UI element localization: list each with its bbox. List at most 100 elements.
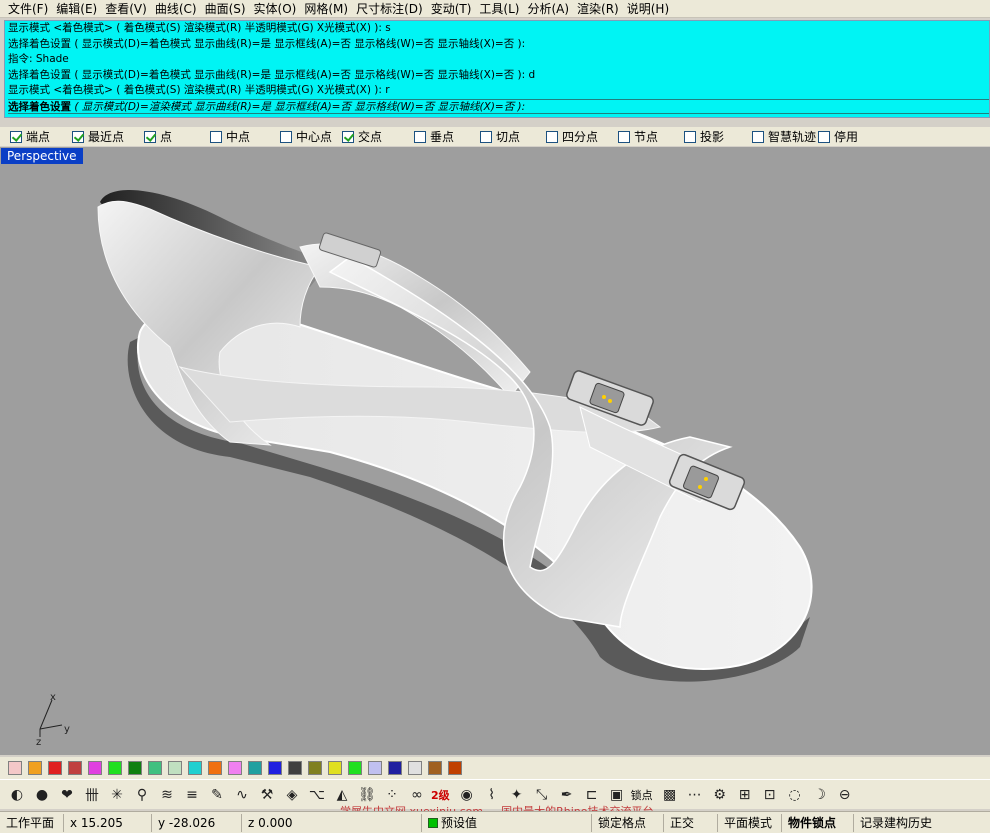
menu-item-6[interactable]: 网格(M) [300, 1, 352, 17]
osnap-checkbox[interactable] [684, 130, 696, 143]
color-swatch[interactable] [448, 761, 462, 775]
color-swatch[interactable] [128, 761, 142, 775]
texture-icon[interactable]: ▩ [659, 784, 681, 806]
osnap-item-5[interactable]: 交点 [342, 128, 414, 145]
color-swatch[interactable] [8, 761, 22, 775]
osnap-label: 垂点 [430, 130, 455, 144]
menu-item-1[interactable]: 编辑(E) [52, 1, 101, 17]
color-swatch[interactable] [208, 761, 222, 775]
color-swatch[interactable] [248, 761, 262, 775]
color-swatch[interactable] [88, 761, 102, 775]
color-swatch[interactable] [48, 761, 62, 775]
osnap-checkbox[interactable] [618, 130, 630, 143]
figure-icon[interactable]: ⚲ [131, 784, 153, 806]
command-prompt-options[interactable]: ( 显示模式(D)=渲染模式 显示曲线(R)=是 显示框线(A)=否 显示格线(… [71, 101, 525, 113]
osnap-item-2[interactable]: 点 [144, 128, 210, 145]
osnap-item-4[interactable]: 中心点 [280, 128, 342, 145]
color-swatch[interactable] [228, 761, 242, 775]
menu-item-11[interactable]: 渲染(R) [573, 1, 623, 17]
osnap-item-11[interactable]: 智慧轨迹 [752, 128, 818, 145]
stamp-icon[interactable]: 卌 [81, 784, 103, 806]
color-swatch[interactable] [68, 761, 82, 775]
cylinder-icon[interactable]: ⊖ [834, 784, 856, 806]
status-workplane[interactable]: 工作平面 [0, 813, 64, 832]
sphere-wire-icon[interactable]: ◐ [6, 784, 28, 806]
menu-item-3[interactable]: 曲线(C) [151, 1, 201, 17]
status-history[interactable]: 记录建构历史 [854, 814, 944, 832]
open-icon[interactable]: ⊡ [759, 784, 781, 806]
menu-item-8[interactable]: 变动(T) [427, 1, 476, 17]
sandal-model-render[interactable]: x y z [0, 147, 990, 755]
osnap-item-3[interactable]: 中点 [210, 128, 280, 145]
osnap-item-0[interactable]: 端点 [10, 128, 72, 145]
osnap-item-12[interactable]: 停用 [818, 128, 878, 145]
status-grid-snap[interactable]: 锁定格点 [592, 813, 664, 832]
status-layer[interactable]: 预设值 [422, 813, 592, 832]
color-swatch[interactable] [428, 761, 442, 775]
lasso-icon[interactable]: ◌ [784, 784, 806, 806]
status-osnap[interactable]: 物件锁点 [782, 813, 854, 832]
paint-icon[interactable]: ✎ [206, 784, 228, 806]
osnap-checkbox[interactable] [818, 130, 830, 143]
menu-item-9[interactable]: 工具(L) [475, 1, 523, 17]
perspective-viewport[interactable]: x y z Perspective [0, 147, 990, 755]
banana-icon[interactable]: ☽ [809, 784, 831, 806]
menu-item-4[interactable]: 曲面(S) [201, 1, 250, 17]
osnap-item-1[interactable]: 最近点 [72, 128, 144, 145]
curve-icon[interactable]: ∿ [231, 784, 253, 806]
osnap-checkbox[interactable] [342, 130, 354, 143]
osnap-checkbox[interactable] [72, 130, 84, 143]
osnap-item-7[interactable]: 切点 [480, 128, 546, 145]
level-button[interactable]: 2级 [431, 787, 450, 803]
color-swatch[interactable] [308, 761, 322, 775]
color-swatch[interactable] [108, 761, 122, 775]
osnap-item-8[interactable]: 四分点 [546, 128, 618, 145]
color-swatch[interactable] [188, 761, 202, 775]
osnap-item-6[interactable]: 垂点 [414, 128, 480, 145]
osnap-checkbox[interactable] [752, 130, 764, 143]
osnap-checkbox[interactable] [414, 130, 426, 143]
command-prompt[interactable]: 选择着色设置 ( 显示模式(D)=渲染模式 显示曲线(R)=是 显示框线(A)=… [8, 98, 989, 114]
osnap-checkbox[interactable] [280, 130, 292, 143]
viewport-title[interactable]: Perspective [1, 148, 83, 164]
menu-item-2[interactable]: 查看(V) [101, 1, 151, 17]
menu-item-10[interactable]: 分析(A) [523, 1, 573, 17]
osnap-point [602, 395, 606, 399]
osnap-checkbox[interactable] [546, 130, 558, 143]
hammer-icon[interactable]: ⚒ [256, 784, 278, 806]
menu-item-0[interactable]: 文件(F) [4, 1, 52, 17]
color-swatch[interactable] [148, 761, 162, 775]
color-swatch[interactable] [388, 761, 402, 775]
osnap-item-9[interactable]: 节点 [618, 128, 684, 145]
osnap-checkbox[interactable] [144, 130, 156, 143]
lines-icon[interactable]: ≡ [181, 784, 203, 806]
menu-item-7[interactable]: 尺寸标注(D) [352, 1, 427, 17]
cube-icon[interactable]: ◈ [281, 784, 303, 806]
command-history[interactable]: 显示模式 <着色模式> ( 着色模式(S) 渲染模式(R) 半透明模式(G) X… [4, 20, 990, 118]
heart-icon[interactable]: ❤ [56, 784, 78, 806]
color-swatch[interactable] [348, 761, 362, 775]
gear-icon[interactable]: ⚙ [709, 784, 731, 806]
menu-item-5[interactable]: 实体(O) [250, 1, 301, 17]
osnap-checkbox[interactable] [210, 130, 222, 143]
color-swatch[interactable] [268, 761, 282, 775]
osnap-item-10[interactable]: 投影 [684, 128, 752, 145]
waves-icon[interactable]: ≋ [156, 784, 178, 806]
status-ortho[interactable]: 正交 [664, 813, 718, 832]
osnap-checkbox[interactable] [10, 130, 22, 143]
menu-item-12[interactable]: 说明(H) [623, 1, 673, 17]
color-swatch[interactable] [408, 761, 422, 775]
axes-icon[interactable]: ✳ [106, 784, 128, 806]
osnap-checkbox[interactable] [480, 130, 492, 143]
windows-icon[interactable]: ⊞ [734, 784, 756, 806]
dash-line-icon[interactable]: ⋯ [684, 784, 706, 806]
color-swatch[interactable] [328, 761, 342, 775]
node-icon[interactable]: ⌥ [306, 784, 328, 806]
status-planar[interactable]: 平面模式 [718, 813, 782, 832]
color-swatch[interactable] [288, 761, 302, 775]
color-swatch[interactable] [368, 761, 382, 775]
shaded-sphere-icon[interactable]: ● [31, 784, 53, 806]
color-swatch[interactable] [168, 761, 182, 775]
color-swatch[interactable] [28, 761, 42, 775]
lock-point-button[interactable]: 锁点 [631, 787, 653, 803]
